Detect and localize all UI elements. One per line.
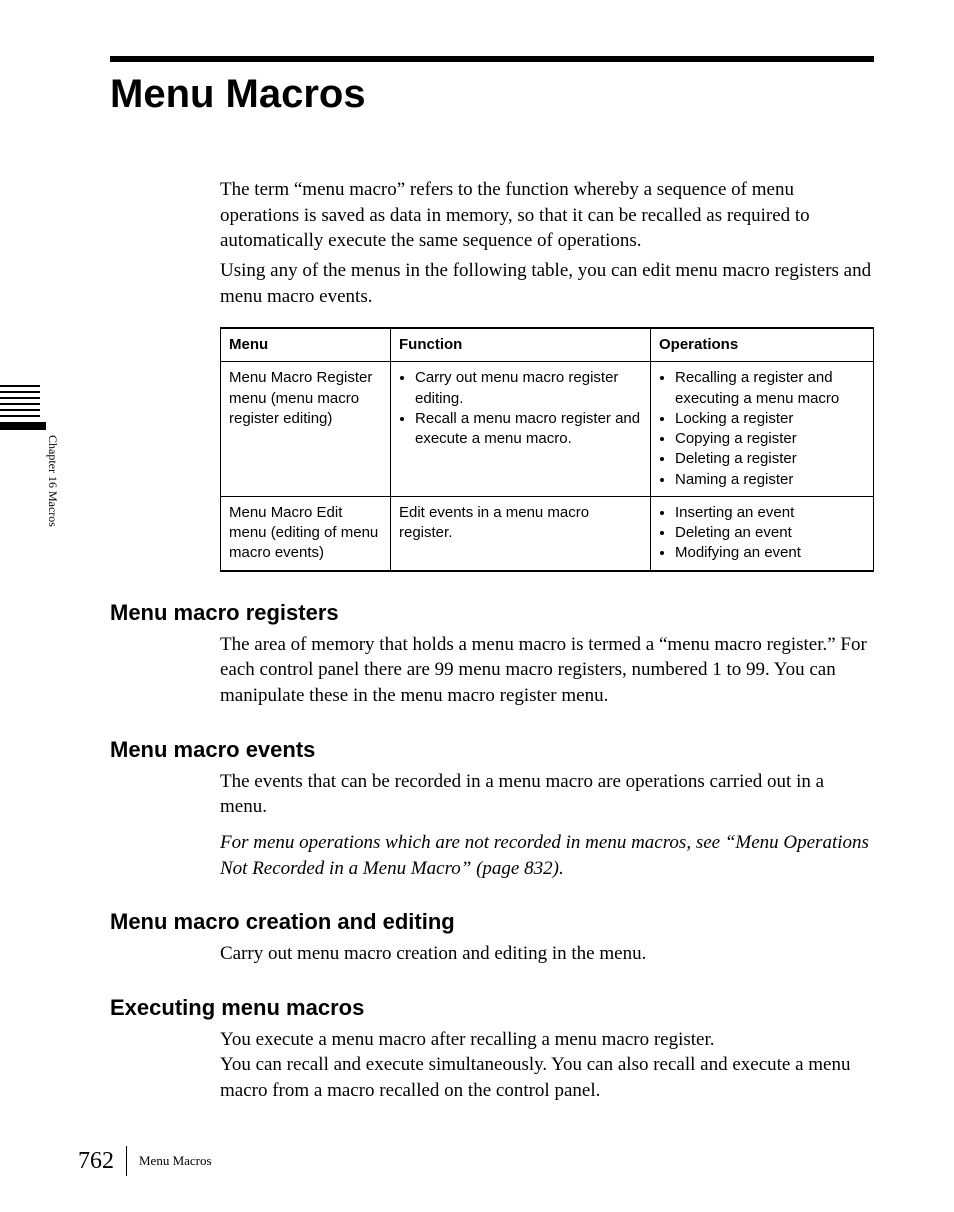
operation-item: Modifying an event <box>675 543 865 563</box>
menu-function-table: Menu Function Operations Menu Macro Regi… <box>220 327 874 572</box>
function-item: Recall a menu macro register and execute… <box>415 409 642 450</box>
operation-item: Copying a register <box>675 429 865 449</box>
page: Chapter 16 Macros Menu Macros The term “… <box>0 0 954 1212</box>
operation-item: Deleting an event <box>675 523 865 543</box>
cell-operations: Inserting an event Deleting an event Mod… <box>651 496 874 570</box>
heading-creation: Menu macro creation and editing <box>110 909 874 935</box>
intro-block: The term “menu macro” refers to the func… <box>220 177 874 572</box>
cell-menu: Menu Macro Register menu (menu macro reg… <box>221 362 391 497</box>
page-number: 762 <box>78 1148 126 1175</box>
text-registers: The area of memory that holds a menu mac… <box>220 632 874 709</box>
heading-registers: Menu macro registers <box>110 600 874 626</box>
footer: 762 Menu Macros <box>78 1146 212 1176</box>
th-function: Function <box>391 328 651 362</box>
footer-divider <box>126 1146 127 1176</box>
body-registers: The area of memory that holds a menu mac… <box>220 632 874 709</box>
cell-menu: Menu Macro Edit menu (editing of menu ma… <box>221 496 391 570</box>
text-events-ref: For menu operations which are not record… <box>220 830 874 881</box>
table-header-row: Menu Function Operations <box>221 328 874 362</box>
th-menu: Menu <box>221 328 391 362</box>
page-title: Menu Macros <box>110 72 874 117</box>
cell-function: Edit events in a menu macro register. <box>391 496 651 570</box>
table-row: Menu Macro Register menu (menu macro reg… <box>221 362 874 497</box>
sidebar-chapter-label: Chapter 16 Macros <box>45 435 60 527</box>
text-creation: Carry out menu macro creation and editin… <box>220 941 874 967</box>
footer-title: Menu Macros <box>139 1153 212 1169</box>
body-creation: Carry out menu macro creation and editin… <box>220 941 874 967</box>
operation-item: Inserting an event <box>675 503 865 523</box>
cell-function: Carry out menu macro register editing. R… <box>391 362 651 497</box>
operation-item: Deleting a register <box>675 449 865 469</box>
intro-paragraph-1: The term “menu macro” refers to the func… <box>220 177 874 254</box>
intro-paragraph-2: Using any of the menus in the following … <box>220 258 874 309</box>
heading-executing: Executing menu macros <box>110 995 874 1021</box>
title-rule <box>110 56 874 62</box>
text-executing: You execute a menu macro after recalling… <box>220 1027 874 1104</box>
operation-item: Recalling a register and executing a men… <box>675 368 865 409</box>
heading-events: Menu macro events <box>110 737 874 763</box>
operation-item: Naming a register <box>675 470 865 490</box>
cell-operations: Recalling a register and executing a men… <box>651 362 874 497</box>
table-row: Menu Macro Edit menu (editing of menu ma… <box>221 496 874 570</box>
th-operations: Operations <box>651 328 874 362</box>
thumb-tab-icon <box>0 380 46 430</box>
body-executing: You execute a menu macro after recalling… <box>220 1027 874 1104</box>
function-item: Carry out menu macro register editing. <box>415 368 642 409</box>
text-events-1: The events that can be recorded in a men… <box>220 769 874 820</box>
body-events: The events that can be recorded in a men… <box>220 769 874 882</box>
operation-item: Locking a register <box>675 409 865 429</box>
